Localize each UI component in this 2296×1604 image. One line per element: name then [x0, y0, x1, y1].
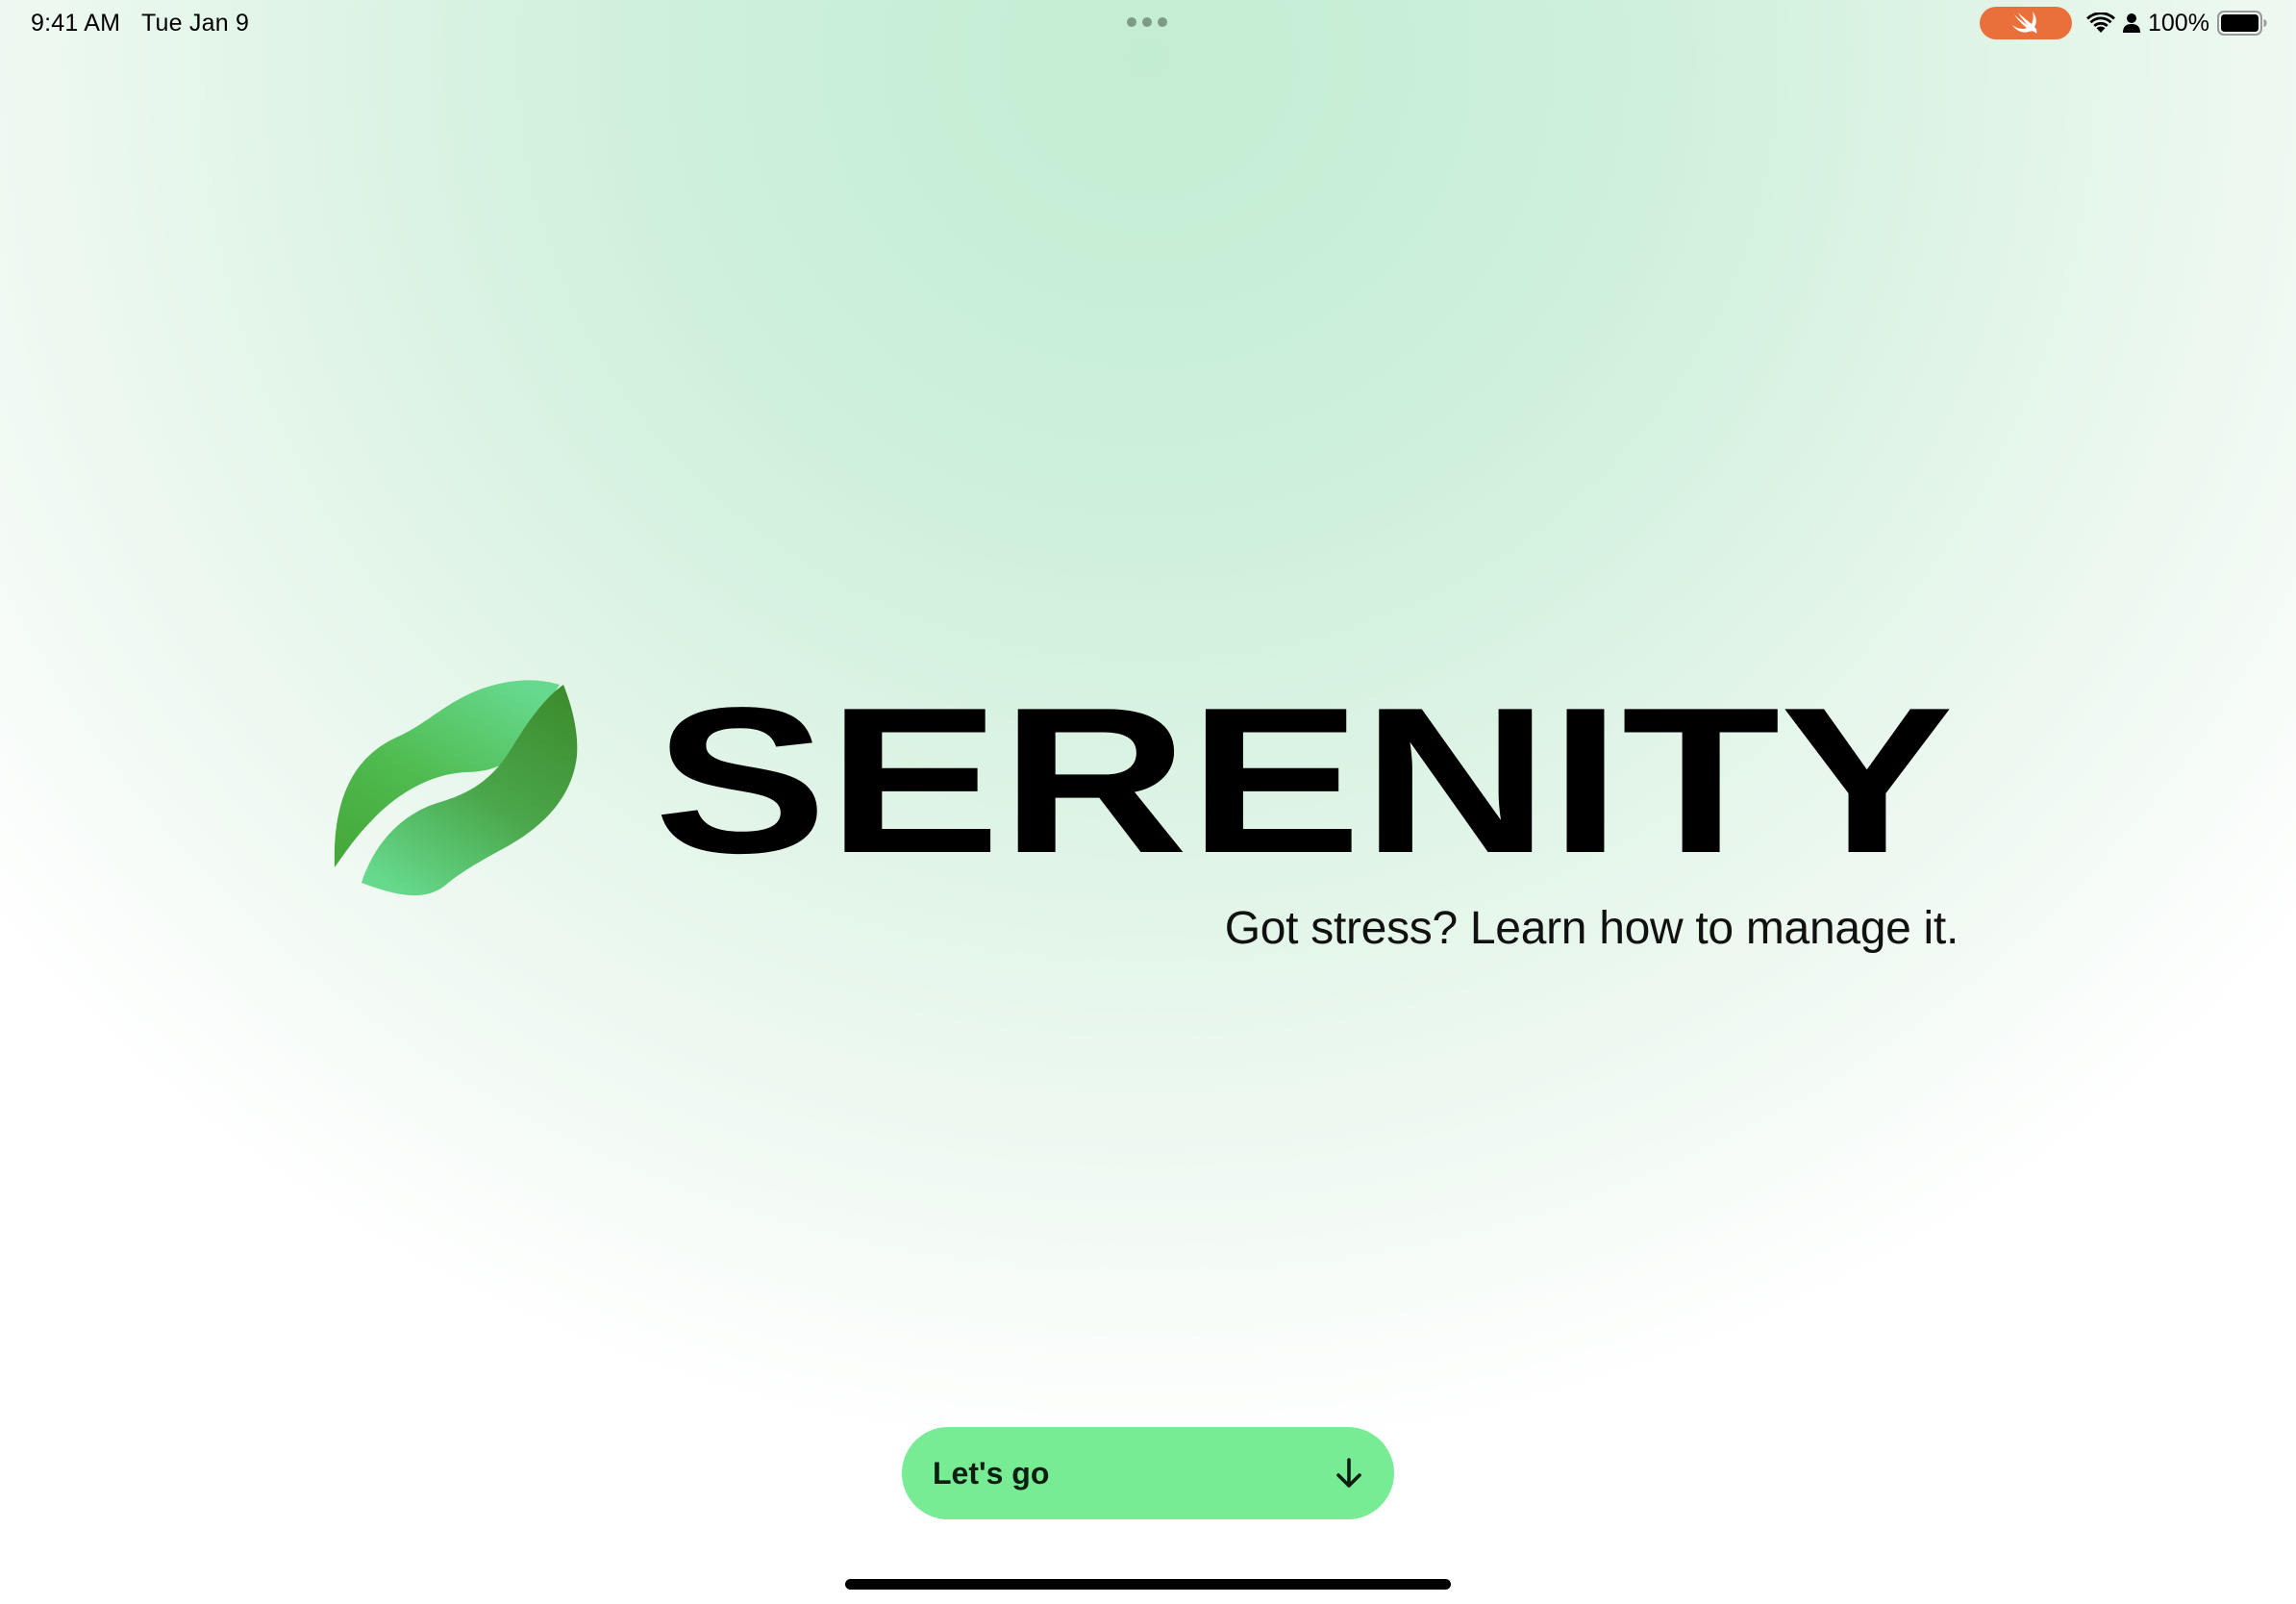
tagline: Got stress? Learn how to manage it.	[1224, 903, 1959, 954]
status-time: 9:41 AM	[31, 10, 121, 37]
leaf-logo-icon	[334, 680, 578, 896]
app-wordmark: SERENITY	[654, 685, 1954, 858]
status-date: Tue Jan 9	[141, 10, 250, 37]
wifi-icon	[2086, 13, 2115, 33]
battery-percentage: 100%	[2148, 10, 2209, 37]
lets-go-button[interactable]: Let's go	[902, 1427, 1394, 1519]
battery-icon	[2217, 11, 2267, 36]
swift-bird-icon	[2012, 12, 2037, 34]
person-icon	[2123, 13, 2140, 33]
app-name: SERENITY	[654, 685, 1954, 858]
multitasking-dots-icon[interactable]	[1127, 17, 1167, 27]
welcome-screen: 9:41 AM Tue Jan 9 100% SERENITY Got stre…	[0, 0, 2296, 1604]
swift-icon[interactable]	[1980, 7, 2072, 39]
home-indicator[interactable]	[845, 1579, 1451, 1590]
lets-go-label: Let's go	[933, 1455, 1050, 1491]
status-bar: 9:41 AM Tue Jan 9 100%	[0, 0, 2296, 46]
arrow-down-icon	[1336, 1458, 1361, 1488]
